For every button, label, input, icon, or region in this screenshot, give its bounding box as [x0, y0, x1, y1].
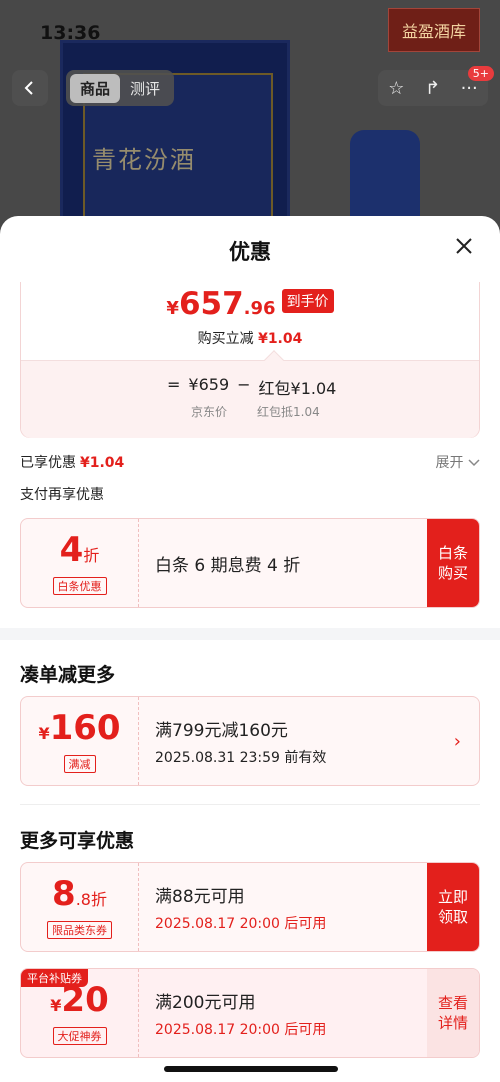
- final-price-integer: 657: [178, 286, 244, 322]
- nav-tabs: 商品 测评: [66, 70, 175, 106]
- category-coupon-text: 满88元可用: [155, 886, 245, 907]
- platform-coupon-value: 20: [61, 980, 109, 1020]
- tab-review[interactable]: 测评: [120, 74, 170, 103]
- close-button[interactable]: [450, 232, 478, 260]
- baitiao-text: 白条 6 期息费 4 折: [155, 555, 301, 576]
- final-price-decimal: .96: [243, 298, 276, 319]
- tab-product[interactable]: 商品: [70, 73, 121, 103]
- category-coupon-valid: 2025.08.17 20:00 后可用: [155, 915, 327, 932]
- section-more-order: 凑单减更多: [20, 664, 116, 686]
- red-packet-caption: 红包抵1.04: [257, 405, 320, 419]
- platform-coupon-tag: 大促神券: [52, 1027, 107, 1045]
- pay-more-label: 支付再享优惠: [20, 487, 104, 503]
- expand-toggle[interactable]: 展开: [436, 452, 480, 472]
- platform-coupon-valid: 2025.08.17 20:00 后可用: [155, 1021, 327, 1038]
- price-formula: = ¥659 − 红包¥1.04 京东价 红包抵1.04: [21, 350, 479, 438]
- baitiao-tag: 白条优惠: [52, 577, 107, 595]
- reduce-line: 购买立减 ¥1.04: [197, 331, 303, 347]
- category-coupon-value: 8: [52, 874, 76, 914]
- status-time: 13:36: [40, 22, 101, 44]
- sheet-title: 优惠: [229, 240, 271, 264]
- final-price: ¥ 657 .96 到手价: [21, 282, 479, 322]
- baitiao-coupon[interactable]: 4折 白条优惠 白条 6 期息费 4 折 白条购买: [20, 518, 480, 608]
- chevron-right-icon: ›: [453, 731, 461, 752]
- top-nav: 商品 测评 ☆ ↱ ··· 5+: [12, 66, 494, 108]
- jd-price-caption: 京东价: [191, 405, 228, 419]
- claim-coupon-button[interactable]: 立即领取: [427, 863, 479, 951]
- enjoyed-discount: 已享优惠 ¥1.04: [20, 455, 125, 471]
- manjian-tag: 满减: [63, 755, 96, 773]
- platform-coupon-text: 满200元可用: [155, 992, 256, 1013]
- message-badge: 5+: [467, 66, 494, 81]
- home-indicator[interactable]: [164, 1066, 338, 1072]
- manjian-value: 160: [49, 708, 121, 748]
- manjian-text: 满799元减160元: [155, 720, 288, 741]
- view-details-button[interactable]: 查看详情: [427, 969, 479, 1057]
- discount-sheet: 优惠 ¥ 657 .96 到手价 购买立减 ¥1.04 = ¥659 − 红包¥…: [0, 216, 500, 1082]
- platform-coupon[interactable]: 平台补贴券 ¥20 大促神券 满200元可用 2025.08.17 20:00 …: [20, 968, 480, 1058]
- store-logo: 益盈酒库: [388, 8, 480, 52]
- red-packet-amount: 红包¥1.04: [258, 379, 337, 398]
- manjian-valid: 2025.08.31 23:59 前有效: [155, 749, 327, 766]
- baitiao-buy-button[interactable]: 白条购买: [427, 519, 479, 607]
- manjian-coupon[interactable]: ¥160 满减 满799元减160元 2025.08.31 23:59 前有效 …: [20, 696, 480, 786]
- back-button[interactable]: [12, 70, 48, 106]
- status-bar: 13:36 益盈酒库: [40, 8, 486, 52]
- close-icon: [456, 238, 472, 254]
- nav-actions: ☆ ↱ ··· 5+: [378, 66, 494, 106]
- reduce-amount: ¥1.04: [258, 331, 303, 347]
- jd-price: ¥659: [188, 375, 230, 394]
- final-price-tag: 到手价: [281, 289, 334, 313]
- baitiao-value: 4: [59, 530, 84, 570]
- share-icon[interactable]: ↱: [425, 78, 440, 99]
- chevron-left-icon: [24, 81, 33, 95]
- chevron-down-icon: [468, 459, 480, 467]
- category-coupon-tag: 限品类东券: [47, 921, 112, 939]
- section-more-offers: 更多可享优惠: [20, 830, 135, 852]
- category-coupon[interactable]: 8.8折 限品类东券 满88元可用 2025.08.17 20:00 后可用 立…: [20, 862, 480, 952]
- star-icon[interactable]: ☆: [388, 78, 404, 99]
- price-breakdown-card: ¥ 657 .96 到手价 购买立减 ¥1.04 = ¥659 − 红包¥1.0…: [20, 282, 480, 438]
